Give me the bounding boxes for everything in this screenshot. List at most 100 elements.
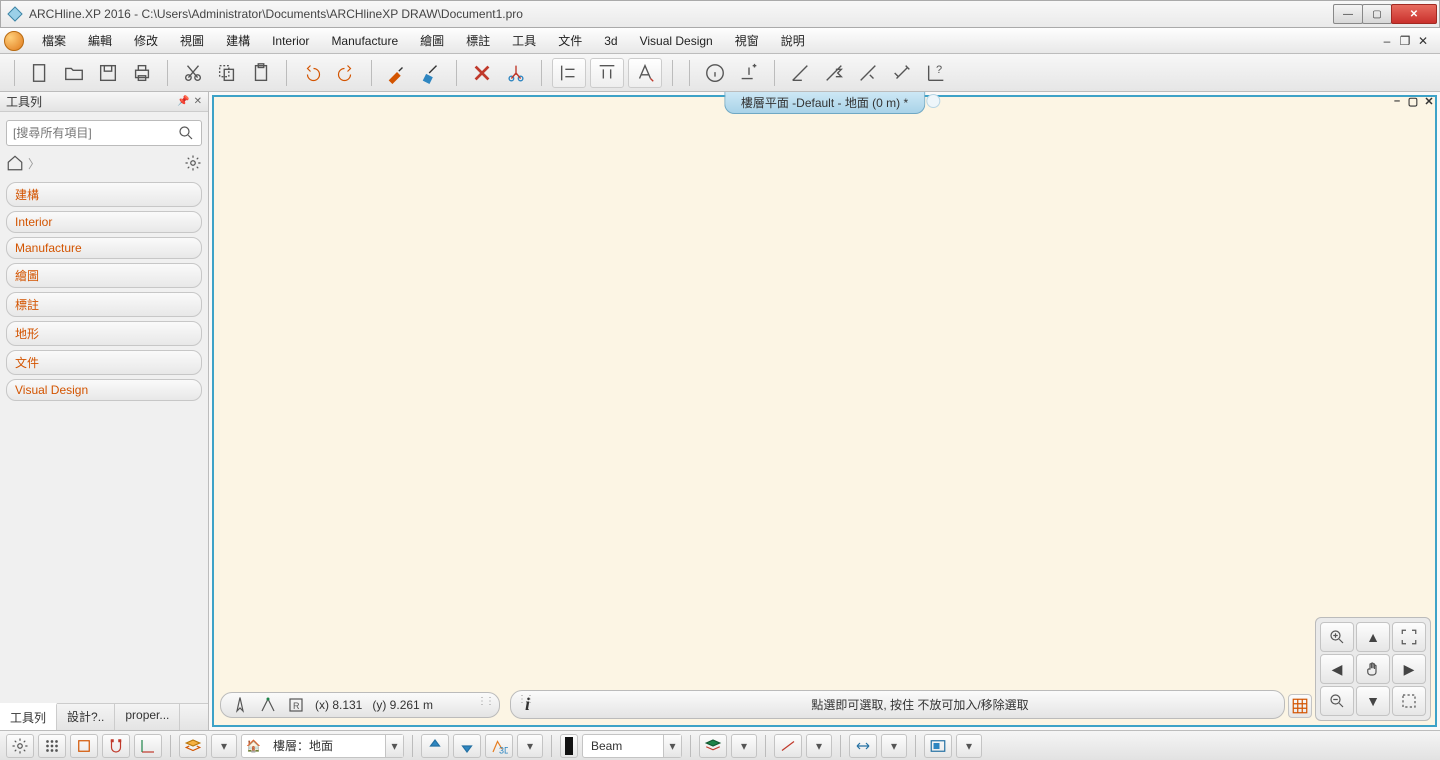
menu-build[interactable]: 建構 xyxy=(216,28,260,53)
canvas-max-icon[interactable]: ▢ xyxy=(1406,94,1420,108)
info-button[interactable] xyxy=(700,58,730,88)
search-input[interactable] xyxy=(13,126,177,140)
mdi-close-icon[interactable]: ✕ xyxy=(1416,34,1430,48)
gear-icon[interactable] xyxy=(184,154,202,172)
menu-interior[interactable]: Interior xyxy=(262,30,319,52)
settings-button[interactable] xyxy=(6,734,34,758)
maximize-button[interactable]: ▢ xyxy=(1362,4,1392,24)
delete-button[interactable] xyxy=(467,58,497,88)
menu-3d[interactable]: 3d xyxy=(594,30,627,52)
up-floor-button[interactable] xyxy=(421,734,449,758)
menu-draw[interactable]: 繪圖 xyxy=(410,28,454,53)
open-file-button[interactable] xyxy=(59,58,89,88)
sidebar-close-icon[interactable]: ✕ xyxy=(194,96,202,107)
menu-visualdesign[interactable]: Visual Design xyxy=(630,30,723,52)
window-layout-button[interactable] xyxy=(924,734,952,758)
zoom-in-button[interactable] xyxy=(1320,622,1354,652)
object-combo[interactable]: Beam ▾ xyxy=(582,734,682,758)
minimize-button[interactable]: — xyxy=(1333,4,1363,24)
measure-angle-button[interactable] xyxy=(785,58,815,88)
measure-perp-button[interactable] xyxy=(853,58,883,88)
build-3d-button[interactable]: 3D xyxy=(485,734,513,758)
window-dd-button[interactable]: ▾ xyxy=(956,734,982,758)
pan-right-button[interactable]: ▶ xyxy=(1392,654,1426,684)
drawing-canvas[interactable]: R (x) 8.131 (y) 9.261 m ⋮⋮ ⋮⋮ i 點選即可選取, … xyxy=(212,95,1437,727)
measure-query-button[interactable]: ? xyxy=(921,58,951,88)
mdi-restore-icon[interactable]: ❐ xyxy=(1398,34,1412,48)
cat-annotate[interactable]: 標註 xyxy=(6,292,202,317)
app-orb-icon[interactable] xyxy=(4,31,24,51)
pill-grip-icon[interactable]: ⋮⋮ xyxy=(477,696,493,707)
close-button[interactable]: ✕ xyxy=(1391,4,1437,24)
relative-icon[interactable]: R xyxy=(287,696,305,714)
paste-button[interactable] xyxy=(246,58,276,88)
menu-file[interactable]: 檔案 xyxy=(32,28,76,53)
pan-left-button[interactable]: ◀ xyxy=(1320,654,1354,684)
line-dd-button[interactable]: ▾ xyxy=(806,734,832,758)
undo-button[interactable] xyxy=(297,58,327,88)
canvas-min-icon[interactable]: – xyxy=(1390,94,1404,108)
sidetab-properties[interactable]: proper... xyxy=(115,704,180,730)
snap-magnet-button[interactable] xyxy=(102,734,130,758)
menu-manufacture[interactable]: Manufacture xyxy=(321,30,408,52)
mdi-minimize-icon[interactable]: – xyxy=(1380,34,1394,48)
print-button[interactable] xyxy=(127,58,157,88)
new-file-button[interactable] xyxy=(25,58,55,88)
sidetab-design[interactable]: 設計?.. xyxy=(57,704,115,730)
swatch-button[interactable] xyxy=(560,734,578,758)
menu-edit[interactable]: 編輯 xyxy=(78,28,122,53)
canvas-close-icon[interactable]: ✕ xyxy=(1422,94,1436,108)
brush-button[interactable] xyxy=(416,58,446,88)
grid-button[interactable] xyxy=(38,734,66,758)
cat-manufacture[interactable]: Manufacture xyxy=(6,237,202,259)
layers-dd-button[interactable]: ▾ xyxy=(731,734,757,758)
menu-window[interactable]: 視窗 xyxy=(725,28,769,53)
cat-terrain[interactable]: 地形 xyxy=(6,321,202,346)
pan-down-button[interactable]: ▼ xyxy=(1356,686,1390,716)
cat-draw[interactable]: 繪圖 xyxy=(6,263,202,288)
cat-interior[interactable]: Interior xyxy=(6,211,202,233)
grid-toggle-button[interactable] xyxy=(1288,694,1312,718)
layers-stack-button[interactable] xyxy=(699,734,727,758)
copy-button[interactable] xyxy=(212,58,242,88)
redo-button[interactable] xyxy=(331,58,361,88)
layer-dd-button[interactable]: ▾ xyxy=(211,734,237,758)
menu-view[interactable]: 視圖 xyxy=(170,28,214,53)
menu-doc[interactable]: 文件 xyxy=(548,28,592,53)
search-icon[interactable] xyxy=(177,124,195,142)
search-box[interactable] xyxy=(6,120,202,146)
down-floor-button[interactable] xyxy=(453,734,481,758)
arrow-dd-button[interactable]: ▾ xyxy=(881,734,907,758)
layer-combo[interactable]: 🏠 樓層：地面 ▾ xyxy=(241,734,404,758)
pan-up-button[interactable]: ▲ xyxy=(1356,622,1390,652)
canvas-tab[interactable]: 樓層平面 -Default - 地面 (0 m) * xyxy=(724,92,925,114)
menu-tools[interactable]: 工具 xyxy=(502,28,546,53)
zoom-out-button[interactable] xyxy=(1320,686,1354,716)
measure-snap-button[interactable] xyxy=(887,58,917,88)
text-style-button[interactable] xyxy=(628,58,662,88)
eyedropper-button[interactable] xyxy=(382,58,412,88)
dimension-add-button[interactable] xyxy=(734,58,764,88)
cut-button[interactable] xyxy=(178,58,208,88)
align-left-button[interactable] xyxy=(552,58,586,88)
align-top-button[interactable] xyxy=(590,58,624,88)
snap-point-icon[interactable] xyxy=(259,696,277,714)
cat-build[interactable]: 建構 xyxy=(6,182,202,207)
arrow-both-button[interactable] xyxy=(849,734,877,758)
zoom-extents-button[interactable] xyxy=(1392,622,1426,652)
sidetab-tools[interactable]: 工具列 xyxy=(0,703,57,730)
pill-grip-left-icon[interactable]: ⋮⋮ xyxy=(517,694,533,705)
line-style-button[interactable] xyxy=(774,734,802,758)
ortho-button[interactable] xyxy=(70,734,98,758)
axis-button[interactable] xyxy=(134,734,162,758)
trim-button[interactable] xyxy=(501,58,531,88)
build-3d-dd-button[interactable]: ▾ xyxy=(517,734,543,758)
home-icon[interactable] xyxy=(6,154,24,172)
layer-combo-dd-icon[interactable]: ▾ xyxy=(385,735,403,757)
menu-annotate[interactable]: 標註 xyxy=(456,28,500,53)
object-combo-dd-icon[interactable]: ▾ xyxy=(663,735,681,757)
pin-icon[interactable]: 📌 xyxy=(177,96,189,107)
cat-visualdesign[interactable]: Visual Design xyxy=(6,379,202,401)
cat-doc[interactable]: 文件 xyxy=(6,350,202,375)
menu-modify[interactable]: 修改 xyxy=(124,28,168,53)
